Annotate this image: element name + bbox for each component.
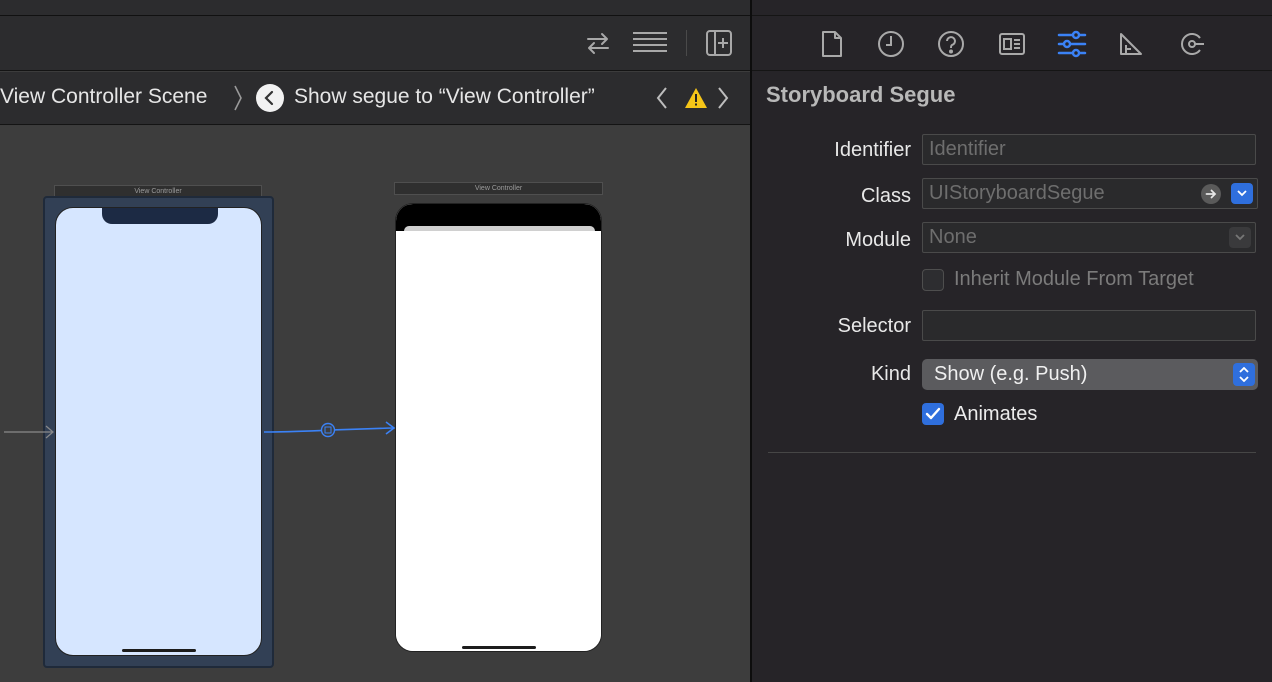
selector-field[interactable] bbox=[922, 310, 1256, 341]
animates-checkbox[interactable] bbox=[922, 403, 944, 425]
identifier-field[interactable]: Identifier bbox=[922, 134, 1256, 165]
file-icon[interactable] bbox=[816, 28, 848, 60]
attributes-icon[interactable] bbox=[1056, 28, 1088, 60]
jump-bar: View Controller Scene Show segue to “Vie… bbox=[0, 72, 750, 125]
module-dropdown-chevron-icon[interactable] bbox=[1229, 227, 1251, 248]
inspector-tab-bar bbox=[752, 16, 1272, 71]
checkmark-icon bbox=[925, 407, 941, 420]
segue-arrowhead bbox=[385, 421, 396, 435]
breadcrumb-scene[interactable]: View Controller Scene bbox=[0, 85, 207, 109]
identifier-label: Identifier bbox=[834, 139, 911, 161]
text-lines-icon[interactable] bbox=[630, 28, 670, 58]
class-field[interactable]: UIStoryboardSegue bbox=[922, 178, 1258, 209]
dest-vc-title-bar[interactable]: View Controller bbox=[394, 182, 603, 195]
add-editor-icon[interactable] bbox=[702, 28, 736, 58]
sheet-card bbox=[396, 231, 601, 651]
class-placeholder: UIStoryboardSegue bbox=[929, 182, 1105, 204]
module-placeholder: None bbox=[929, 226, 977, 248]
breadcrumb-chevron-icon bbox=[233, 84, 243, 118]
segue-line bbox=[263, 427, 395, 433]
home-indicator bbox=[462, 646, 536, 649]
destination-view-controller[interactable] bbox=[395, 203, 602, 652]
connections-icon[interactable] bbox=[1176, 28, 1208, 60]
kind-select[interactable]: Show (e.g. Push) bbox=[922, 359, 1258, 390]
inherit-module-checkbox[interactable] bbox=[922, 269, 944, 291]
animates-label: Animates bbox=[954, 403, 1038, 425]
next-issue-icon[interactable] bbox=[716, 85, 730, 116]
device-notch bbox=[102, 208, 218, 224]
help-icon[interactable] bbox=[935, 28, 967, 60]
inspector-separator bbox=[768, 452, 1256, 453]
module-field[interactable]: None bbox=[922, 222, 1256, 253]
warning-icon[interactable] bbox=[684, 87, 708, 114]
inherit-module-label: Inherit Module From Target bbox=[954, 268, 1194, 290]
segue-badge-icon bbox=[320, 422, 336, 438]
selector-label: Selector bbox=[837, 315, 911, 337]
previous-issue-icon[interactable] bbox=[655, 85, 669, 116]
go-to-class-icon[interactable] bbox=[1201, 184, 1221, 204]
identity-icon[interactable] bbox=[996, 28, 1028, 60]
breadcrumb-segue[interactable]: Show segue to “View Controller” bbox=[294, 85, 595, 109]
segue-show-icon bbox=[256, 84, 284, 112]
history-icon[interactable] bbox=[875, 28, 907, 60]
module-label: Module bbox=[845, 229, 911, 251]
kind-label: Kind bbox=[870, 363, 911, 385]
size-icon[interactable] bbox=[1115, 28, 1147, 60]
identifier-placeholder: Identifier bbox=[929, 138, 1006, 160]
class-label: Class bbox=[860, 185, 911, 207]
inspector-top-strip bbox=[752, 0, 1272, 16]
toolbar-separator bbox=[686, 30, 687, 56]
inspector-pane: Storyboard Segue Identifier Identifier C… bbox=[752, 0, 1272, 682]
class-dropdown-chevron-icon[interactable] bbox=[1231, 183, 1253, 204]
home-indicator bbox=[122, 649, 196, 652]
kind-updown-chevron-icon[interactable] bbox=[1233, 363, 1255, 386]
storyboard-editor: View Controller Scene Show segue to “Vie… bbox=[0, 0, 750, 682]
source-view-controller[interactable] bbox=[55, 207, 262, 656]
storyboard-canvas[interactable]: View Controller View Controller bbox=[0, 126, 750, 682]
inspector-heading: Storyboard Segue bbox=[766, 82, 956, 107]
editor-tab-strip bbox=[0, 0, 750, 16]
kind-value: Show (e.g. Push) bbox=[934, 363, 1088, 385]
swap-arrows-icon[interactable] bbox=[581, 28, 615, 58]
editor-toolbar bbox=[0, 16, 750, 71]
